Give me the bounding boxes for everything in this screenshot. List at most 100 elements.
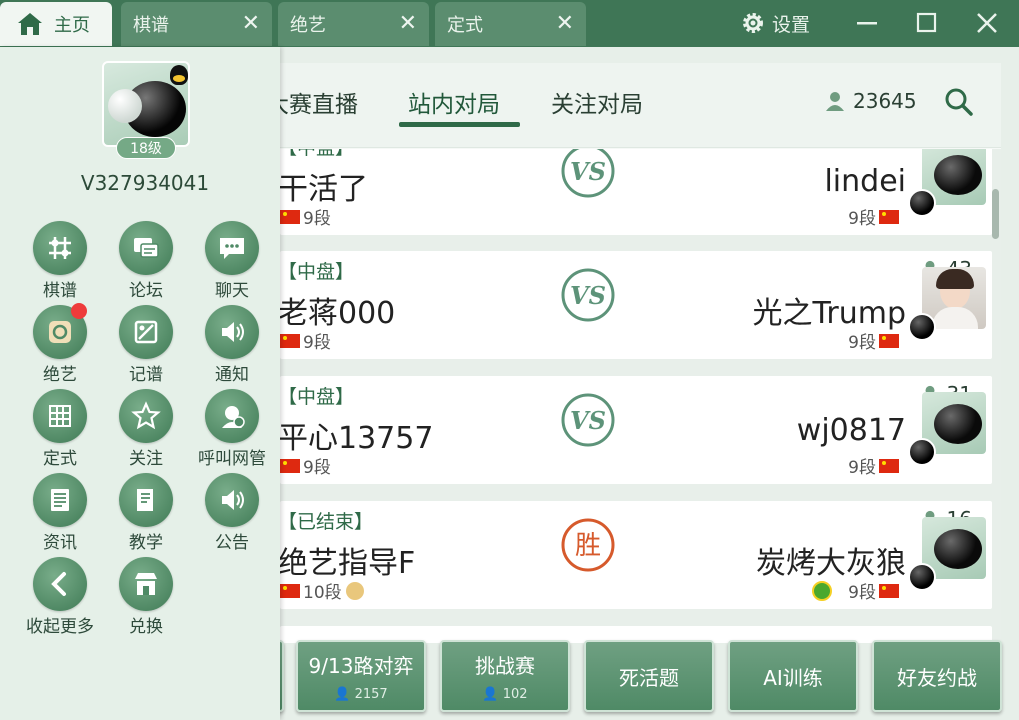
opponent-rank: 9段 (812, 578, 902, 603)
tab-jueyi-label: 绝艺 (290, 15, 326, 36)
china-flag-icon (879, 333, 899, 348)
star-icon (119, 389, 173, 443)
ai-training-button[interactable]: AI训练 (728, 640, 858, 712)
qq-icon (170, 65, 188, 85)
menu-records[interactable]: 棋谱 (17, 221, 103, 301)
main-panel: 大赛直播 站内对局 关注对局 23645 【中盘】 干活了 9段 VS 30 l… (266, 63, 1001, 643)
close-icon[interactable]: ✕ (242, 11, 260, 36)
game-card[interactable]: 【中盘】 老蒋000 9段 VS 43 光之Trump 9段 (280, 251, 992, 359)
chevron-left-icon (33, 557, 87, 611)
board-icon (33, 389, 87, 443)
game-status: 【中盘】 (280, 149, 354, 160)
user-icon (826, 92, 844, 111)
minimize-icon[interactable] (854, 10, 880, 36)
opponent-name: wj0817 (796, 413, 906, 448)
close-icon[interactable]: ✕ (556, 11, 574, 36)
win-icon: 胜 (561, 518, 615, 572)
china-flag-icon (280, 583, 300, 598)
grid-icon (33, 221, 87, 275)
menu-teaching[interactable]: 教学 (103, 473, 189, 553)
notification-badge (71, 303, 87, 319)
dog-icon (345, 581, 364, 600)
player-name: 干活了 (280, 172, 368, 207)
opponent-name: lindei (824, 164, 906, 199)
button-label: 9/13路对弈 (308, 654, 414, 678)
china-flag-icon (280, 209, 300, 224)
tab-followed-games[interactable]: 关注对局 (551, 85, 643, 119)
opponent-name: 炭烤大灰狼 (756, 546, 906, 581)
username: V327934041 (80, 171, 210, 195)
game-card[interactable]: 【中盘】 平心13757 9段 VS 31 wj0817 9段 (280, 376, 992, 484)
menu-follow[interactable]: 关注 (103, 389, 189, 469)
search-icon[interactable] (944, 87, 974, 117)
speaker-icon (205, 305, 259, 359)
menu-announcement[interactable]: 公告 (189, 473, 275, 553)
opponent-name: 光之Trump (752, 296, 906, 331)
home-icon (18, 13, 42, 35)
settings-button[interactable]: 设置 (740, 0, 810, 46)
svg-text:VS: VS (570, 406, 606, 435)
menu-notice[interactable]: 通知 (189, 305, 275, 385)
tab-joseki-label: 定式 (447, 15, 483, 36)
scrollbar[interactable] (992, 189, 999, 239)
player-rank: 9段 (280, 204, 331, 229)
close-window-icon[interactable] (974, 10, 1000, 36)
svg-text:胜: 胜 (575, 531, 601, 561)
player-rank: 9段 (280, 328, 331, 353)
maximize-icon[interactable] (914, 10, 940, 36)
menu-joseki[interactable]: 定式 (17, 389, 103, 469)
opponent-rank: 9段 (848, 453, 902, 478)
tab-records-label: 棋谱 (133, 15, 169, 36)
tab-joseki[interactable]: 定式 ✕ (435, 2, 586, 46)
level-badge: 18级 (116, 137, 176, 159)
menu-collapse[interactable]: 收起更多 (17, 557, 103, 637)
tab-home[interactable]: 主页 (0, 2, 112, 46)
menu-jueyi[interactable]: 绝艺 (17, 303, 103, 385)
friend-match-button[interactable]: 好友约战 (872, 640, 1002, 712)
game-card[interactable]: 【中盘】 干活了 9段 VS 30 lindei 9段 (280, 149, 992, 235)
menu-forum[interactable]: 论坛 (103, 221, 189, 301)
gear-icon (743, 13, 763, 33)
player-rank: 10段 (280, 578, 364, 603)
vip-badge-icon (812, 580, 833, 601)
close-icon[interactable]: ✕ (399, 11, 417, 36)
tab-records[interactable]: 棋谱 ✕ (121, 2, 272, 46)
tab-jueyi[interactable]: 绝艺 ✕ (278, 2, 429, 46)
game-status: 【已结束】 (280, 511, 374, 533)
menu-chat[interactable]: 聊天 (189, 221, 275, 301)
black-stone-icon (908, 313, 936, 341)
game-9-13-button[interactable]: 9/13路对弈 👤 2157 (296, 640, 426, 712)
player-name: 老蒋000 (280, 296, 396, 331)
button-count: 👤 2157 (334, 687, 388, 702)
top-bar: 主页 棋谱 ✕ 绝艺 ✕ 定式 ✕ 设置 (0, 0, 1019, 47)
china-flag-icon (280, 458, 300, 473)
live-tabs: 大赛直播 站内对局 关注对局 23645 (266, 63, 1001, 148)
news-icon (33, 473, 87, 527)
record-icon (119, 305, 173, 359)
online-count-value: 23645 (853, 89, 917, 113)
online-count: 23645 (825, 89, 917, 113)
tab-site-games[interactable]: 站内对局 (408, 85, 500, 119)
player-name: 绝艺指导F (280, 546, 416, 581)
menu-exchange[interactable]: 兑换 (103, 557, 189, 637)
challenge-button[interactable]: 挑战赛 👤 102 (440, 640, 570, 712)
button-label: AI训练 (763, 666, 823, 690)
button-label: 死活题 (619, 666, 679, 690)
opponent-rank: 9段 (848, 204, 902, 229)
menu-call-admin[interactable]: 呼叫网管 (189, 389, 275, 469)
life-death-button[interactable]: 死活题 (584, 640, 714, 712)
game-card[interactable]: 【已结束】 绝艺指导F 10段 胜 16 炭烤大灰狼 9段 (280, 501, 992, 609)
menu-news[interactable]: 资讯 (17, 473, 103, 553)
shop-icon (119, 557, 173, 611)
settings-label: 设置 (772, 13, 811, 36)
opponent-rank: 9段 (848, 328, 902, 353)
china-flag-icon (879, 209, 899, 224)
tab-home-label: 主页 (54, 15, 90, 36)
china-flag-icon (879, 583, 899, 598)
vs-icon: VS (561, 149, 615, 198)
button-label: 挑战赛 (475, 654, 535, 678)
menu-record-game[interactable]: 记谱 (103, 305, 189, 385)
black-stone-icon (908, 438, 936, 466)
player-rank: 9段 (280, 453, 331, 478)
book-icon (119, 473, 173, 527)
